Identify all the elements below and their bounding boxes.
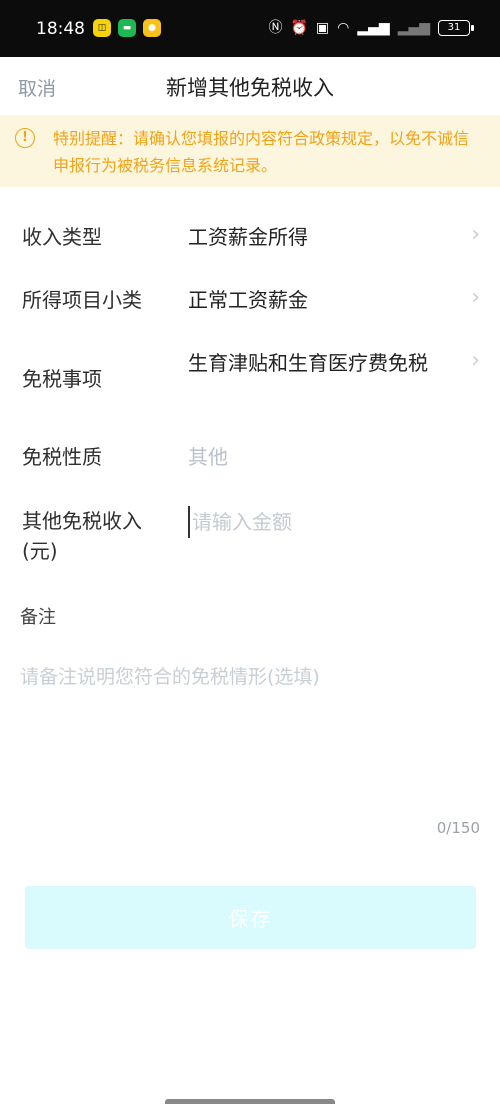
remarks-textarea[interactable] <box>20 662 480 802</box>
notification-icons: ◫ ▬ ● <box>93 19 161 37</box>
status-time: 18:48 <box>36 19 85 39</box>
home-indicator[interactable] <box>165 1099 335 1104</box>
income-type-value: 工资薪金所得 <box>188 225 308 249</box>
app2-notification-icon: ● <box>143 19 161 37</box>
notice-text: 特别提醒：请确认您填报的内容符合政策规定，以免不诚信申报行为被税务信息系统记录。 <box>53 129 470 175</box>
remarks-char-counter: 0/150 <box>436 819 480 837</box>
amount-label: 其他免税收入(元) <box>22 509 142 563</box>
hd-icon: ▣ <box>315 20 330 36</box>
message-notification-icon: ▬ <box>118 19 136 37</box>
sub-category-value: 正常工资薪金 <box>188 288 308 312</box>
exemption-nature-label: 免税性质 <box>22 445 102 469</box>
5g-signal-icon: ▂▄▆ <box>357 20 390 36</box>
sub-category-row[interactable]: 所得项目小类 正常工资薪金 › <box>0 285 500 325</box>
income-type-row[interactable]: 收入类型 工资薪金所得 › <box>0 222 500 262</box>
app-notification-icon: ◫ <box>93 19 111 37</box>
page-title: 新增其他免税收入 <box>166 76 334 100</box>
battery-icon: 31 <box>438 20 474 36</box>
remarks-label: 备注 <box>20 607 56 628</box>
exemption-item-value: 生育津贴和生育医疗费免税 <box>188 351 428 375</box>
nfc-icon: Ⓝ <box>268 20 283 36</box>
status-bar: 18:48 ◫ ▬ ● Ⓝ ⏰ ▣ ◠ ▂▄▆ ▂▄▆ 31 <box>0 0 500 57</box>
exemption-item-label: 免税事项 <box>22 367 102 391</box>
exemption-item-row[interactable]: 免税事项 生育津贴和生育医疗费免税 › <box>0 348 500 412</box>
warning-icon: ! <box>15 128 35 148</box>
exemption-nature-value: 其他 <box>188 445 228 469</box>
wifi-icon: ◠ <box>337 20 350 36</box>
signal-icon: ▂▄▆ <box>397 20 430 36</box>
amount-input[interactable] <box>188 506 472 538</box>
alarm-icon: ⏰ <box>290 20 308 36</box>
notice-banner: ! 特别提醒：请确认您填报的内容符合政策规定，以免不诚信申报行为被税务信息系统记… <box>0 115 500 187</box>
nav-bar: 取消 新增其他免税收入 <box>0 57 500 115</box>
status-icons: Ⓝ ⏰ ▣ ◠ ▂▄▆ ▂▄▆ 31 <box>268 18 474 38</box>
sub-category-label: 所得项目小类 <box>22 288 142 312</box>
chevron-right-icon: › <box>471 348 480 373</box>
save-button[interactable]: 保存 <box>25 886 476 949</box>
chevron-right-icon: › <box>471 285 480 310</box>
income-type-label: 收入类型 <box>22 225 102 249</box>
amount-row: 其他免税收入(元) <box>0 506 500 570</box>
exemption-nature-row: 免税性质 其他 <box>0 442 500 482</box>
chevron-right-icon: › <box>471 222 480 247</box>
